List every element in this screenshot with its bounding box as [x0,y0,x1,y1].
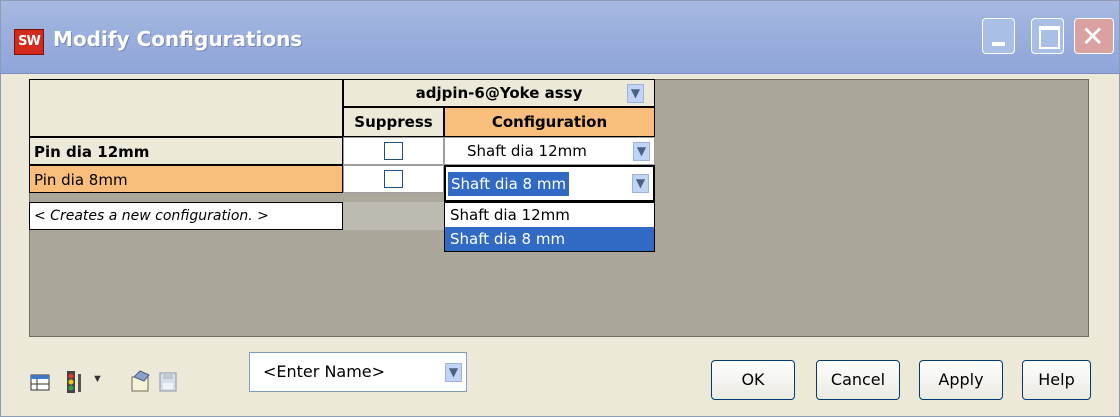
save-table-icon[interactable] [157,369,179,395]
dropdown-option-shaft-dia-12mm[interactable]: Shaft dia 12mm [445,203,654,227]
dropdown-option-shaft-dia-8mm[interactable]: Shaft dia 8 mm [445,227,654,251]
apply-button[interactable]: Apply [919,360,1003,400]
properties-icon[interactable] [129,369,151,395]
chevron-down-icon[interactable]: ▼ [627,84,644,103]
new-config-suppress-cell [343,202,444,230]
row-header-pin-dia-8mm[interactable]: Pin dia 8mm [29,165,343,193]
configuration-combo-row-2[interactable]: Shaft dia 8 mm ▼ [444,165,655,202]
window-title: Modify Configurations [53,27,303,51]
component-header-label: adjpin-6@Yoke assy [415,84,583,102]
row-header-pin-dia-12mm[interactable]: Pin dia 12mm [29,137,343,165]
suppress-cell-row-2 [343,165,444,193]
configuration-value-row-1: Shaft dia 12mm [467,142,587,160]
configuration-dropdown-list[interactable]: Shaft dia 12mm Shaft dia 8 mm [444,202,655,252]
chevron-down-icon[interactable]: ▼ [633,142,650,161]
chevron-down-icon[interactable]: ▼ [445,363,462,382]
chevron-down-icon[interactable]: ▼ [92,373,103,385]
close-button[interactable] [1074,18,1114,54]
maximize-button[interactable] [1031,18,1064,54]
suppress-checkbox-row-2[interactable] [384,170,403,188]
row-header-new-configuration[interactable]: < Creates a new configuration. > [29,202,343,230]
top-left-empty-header [29,79,343,137]
chevron-down-icon[interactable]: ▼ [632,174,649,193]
name-field-value[interactable]: <Enter Name> [263,362,385,381]
ok-button[interactable]: OK [711,360,795,400]
solidworks-app-icon: SW [14,29,44,55]
title-bar[interactable]: SW Modify Configurations [1,1,1119,74]
minimize-button[interactable] [982,18,1015,54]
suppress-checkbox-row-1[interactable] [384,142,403,160]
modify-configurations-window: SW Modify Configurations adjpin-6@Yoke a… [0,0,1120,417]
component-header[interactable]: adjpin-6@Yoke assy ▼ [343,79,655,107]
new-configuration-name-combo[interactable]: <Enter Name> ▼ [249,352,467,392]
configuration-cell-row-1[interactable]: Shaft dia 12mm ▼ [444,137,655,165]
table-view-icon[interactable] [29,369,51,395]
suppress-cell-row-1 [343,137,444,165]
help-button[interactable]: Help [1022,360,1091,400]
suppress-column-header[interactable]: Suppress [343,107,444,137]
configuration-column-header[interactable]: Configuration [444,107,655,137]
configuration-value-row-2: Shaft dia 8 mm [448,172,570,196]
cancel-button[interactable]: Cancel [816,360,900,400]
traffic-light-config-icon[interactable] [64,369,86,395]
